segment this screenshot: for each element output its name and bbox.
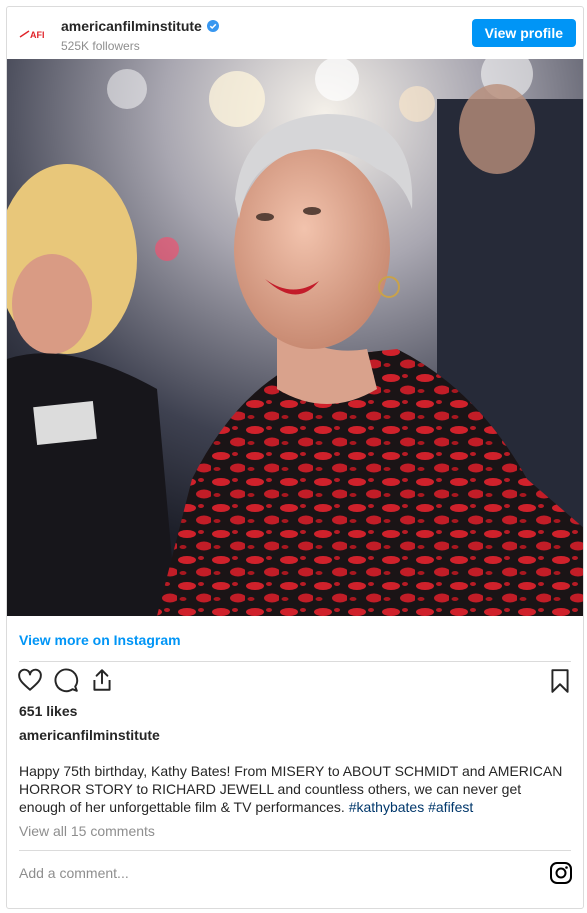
afi-logo-icon: AFI xyxy=(19,30,45,40)
portrait-photo-illustration xyxy=(7,59,583,616)
bookmark-icon[interactable] xyxy=(547,668,573,694)
verified-badge-icon xyxy=(206,20,219,32)
avatar-text: AFI xyxy=(30,30,45,40)
divider xyxy=(19,850,571,851)
comment-icon[interactable] xyxy=(53,667,79,693)
hashtag-kathybates[interactable]: #kathybates xyxy=(349,799,425,815)
divider xyxy=(19,661,571,662)
post-actions xyxy=(17,667,115,693)
username-text[interactable]: americanfilminstitute xyxy=(61,18,202,34)
share-icon[interactable] xyxy=(89,667,115,693)
user-block: americanfilminstitute 525K followers xyxy=(61,18,219,53)
view-comments-link[interactable]: View all 15 comments xyxy=(19,823,155,839)
caption-username[interactable]: americanfilminstitute xyxy=(19,727,160,743)
avatar[interactable]: AFI xyxy=(19,19,49,49)
heart-icon[interactable] xyxy=(17,667,43,693)
post-header: AFI americanfilminstitute 525K followers… xyxy=(7,7,583,59)
view-more-link[interactable]: View more on Instagram xyxy=(19,632,181,648)
followers-count: 525K followers xyxy=(61,39,140,53)
hashtag-afifest[interactable]: #afifest xyxy=(428,799,473,815)
post-photo[interactable] xyxy=(7,59,583,616)
instagram-embed-card: AFI americanfilminstitute 525K followers… xyxy=(6,6,584,909)
caption-body: Happy 75th birthday, Kathy Bates! From M… xyxy=(19,763,563,815)
instagram-icon[interactable] xyxy=(549,861,573,885)
username[interactable]: americanfilminstitute xyxy=(61,18,219,34)
caption-text: Happy 75th birthday, Kathy Bates! From M… xyxy=(19,762,567,816)
add-comment-field[interactable]: Add a comment... xyxy=(19,865,129,881)
view-profile-button[interactable]: View profile xyxy=(471,19,576,47)
likes-count[interactable]: 651 likes xyxy=(19,703,77,719)
